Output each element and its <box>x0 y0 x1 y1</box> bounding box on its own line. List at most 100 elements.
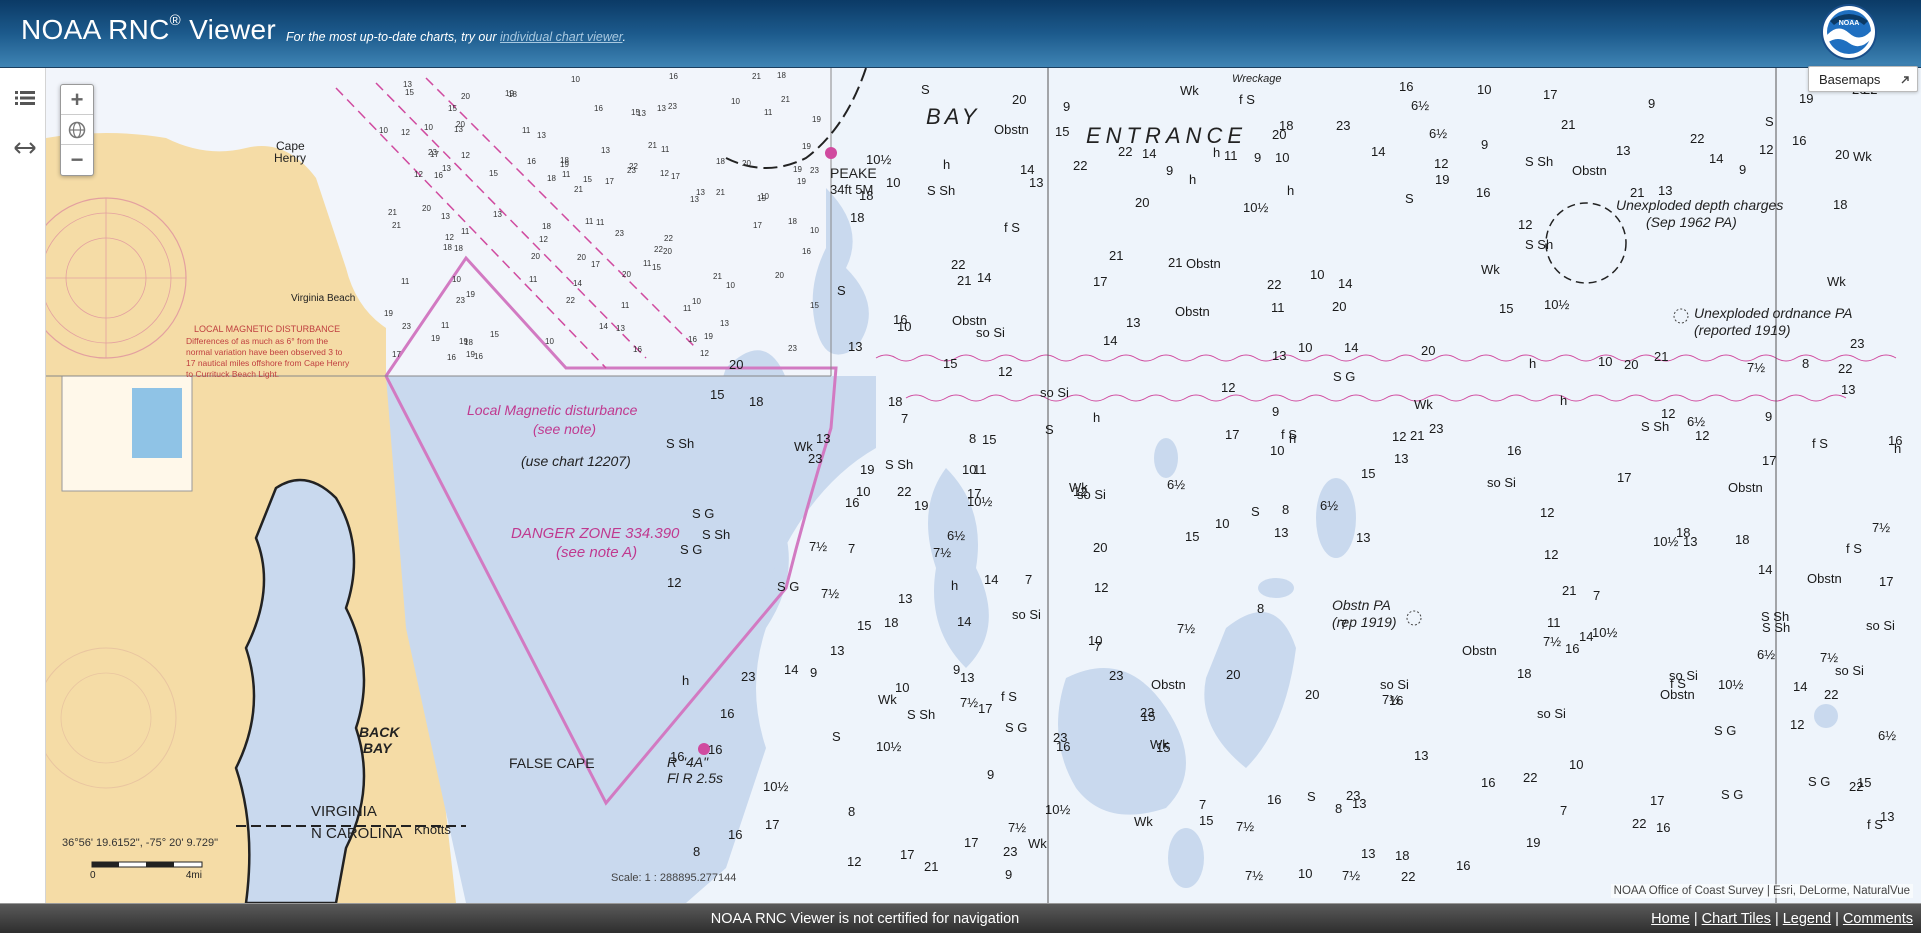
footer-link-comments[interactable]: Comments <box>1843 911 1913 927</box>
depth-sounding: S <box>1765 114 1774 129</box>
inset-depth-sounding: 11 <box>585 217 594 226</box>
inset-depth-sounding: 21 <box>392 221 401 230</box>
shoal-10-b <box>1316 478 1356 558</box>
inset-depth-sounding: 19 <box>802 142 811 151</box>
depth-sounding: Obstn <box>1462 643 1497 658</box>
depth-sounding: 21 <box>1630 185 1644 200</box>
registered-mark: ® <box>169 11 182 29</box>
inset-depth-sounding: 10 <box>379 126 388 135</box>
depth-sounding: 23 <box>1003 844 1017 859</box>
depth-sounding: 9 <box>1648 96 1655 111</box>
inset-depth-sounding: 18 <box>788 217 797 226</box>
depth-sounding: 6½ <box>1429 126 1447 141</box>
depth-sounding: 22 <box>1632 816 1646 831</box>
depth-sounding: 22 <box>951 257 965 272</box>
nautical-chart-map[interactable]: BAY ENTRANCE PEAKE 34ft 5M Local Magneti… <box>46 68 1921 903</box>
depth-sounding: 22 <box>1523 770 1537 785</box>
inset-depth-sounding: 11 <box>661 145 670 154</box>
globe-home-button[interactable] <box>61 115 93 145</box>
depth-sounding: 19 <box>914 498 928 513</box>
depth-sounding: 16 <box>708 742 722 757</box>
footer-link-chart-tiles[interactable]: Chart Tiles <box>1702 911 1771 927</box>
footer-link-home[interactable]: Home <box>1651 911 1690 927</box>
footer-links: Home | Chart Tiles | Legend | Comments <box>1651 911 1913 927</box>
inset-depth-sounding: 16 <box>688 335 697 344</box>
depth-sounding: 20 <box>1012 92 1026 107</box>
layers-list-button[interactable] <box>8 81 42 115</box>
inset-depth-sounding: 12 <box>445 233 454 242</box>
depth-sounding: 13 <box>1683 534 1697 549</box>
individual-chart-viewer-link[interactable]: individual chart viewer <box>500 30 623 44</box>
depth-sounding: 7½ <box>1872 520 1890 535</box>
depth-sounding: 18 <box>888 394 902 409</box>
list-icon <box>15 91 35 105</box>
tagline: For the most up-to-date charts, try our … <box>286 30 626 44</box>
depth-sounding: 20 <box>1835 147 1849 162</box>
chart-canvas[interactable]: BAY ENTRANCE PEAKE 34ft 5M Local Magneti… <box>46 68 1921 903</box>
depth-sounding: S G <box>1721 787 1743 802</box>
depth-sounding: 19 <box>1526 835 1540 850</box>
inset-depth-sounding: 20 <box>622 270 631 279</box>
shoal-10-c <box>1258 578 1294 598</box>
depth-sounding: S Sh <box>927 183 955 198</box>
inset-depth-sounding: 21 <box>388 208 397 217</box>
depth-sounding: S <box>1307 789 1316 804</box>
inset-depth-sounding: 10 <box>424 123 433 132</box>
depth-sounding: 6½ <box>1757 647 1775 662</box>
inset-depth-sounding: 13 <box>696 188 705 197</box>
depth-sounding: 17 <box>1093 274 1107 289</box>
depth-sounding: so Si <box>1012 607 1041 622</box>
depth-sounding: 21 <box>1410 428 1424 443</box>
inset-depth-sounding: 21 <box>752 72 761 81</box>
zoom-in-button[interactable]: + <box>61 85 93 115</box>
inset-depth-sounding: 13 <box>616 324 625 333</box>
depth-sounding: f S <box>1239 92 1255 107</box>
inset-depth-sounding: 12 <box>401 128 410 137</box>
label-local-mag-dist-line2: normal variation have been observed 3 to <box>186 347 343 357</box>
inset-depth-sounding: 16 <box>633 345 642 354</box>
footer-link-legend[interactable]: Legend <box>1783 911 1831 927</box>
depth-sounding: S Sh <box>1762 620 1790 635</box>
depth-sounding: 12 <box>1518 217 1532 232</box>
inset-depth-sounding: 16 <box>669 72 678 81</box>
noaa-logo[interactable]: NOAA <box>1820 3 1878 61</box>
depth-sounding: 14 <box>1371 144 1385 159</box>
toggle-panel-width-button[interactable] <box>8 131 42 165</box>
depth-sounding: 13 <box>898 591 912 606</box>
depth-sounding: 12 <box>667 575 681 590</box>
depth-sounding: 15 <box>1361 466 1375 481</box>
depth-sounding: 20 <box>1135 195 1149 210</box>
inset-depth-sounding: 12 <box>700 349 709 358</box>
depth-sounding: Wk <box>1481 262 1500 277</box>
depth-sounding: 21 <box>1168 255 1182 270</box>
inset-depth-sounding: 22 <box>566 296 575 305</box>
depth-sounding: 20 <box>1305 687 1319 702</box>
peake-buoy-marker[interactable] <box>825 147 837 159</box>
depth-sounding: 18 <box>1517 666 1531 681</box>
depth-sounding: 22 <box>897 484 911 499</box>
depth-sounding: 17 <box>967 486 981 501</box>
depth-sounding: 8 <box>1282 502 1289 517</box>
zoom-out-button[interactable]: − <box>61 145 93 175</box>
depth-sounding: 10 <box>1569 757 1583 772</box>
depth-sounding: 8 <box>848 804 855 819</box>
depth-sounding: 10 <box>1477 82 1491 97</box>
depth-sounding: 16 <box>1056 739 1070 754</box>
shoal-10-d <box>1814 704 1838 728</box>
inset-depth-sounding: 11 <box>401 277 410 286</box>
depth-sounding: 9 <box>1272 404 1279 419</box>
depth-sounding: 16 <box>1656 820 1670 835</box>
inset-depth-sounding: 19 <box>797 177 806 186</box>
depth-sounding: 22 <box>1849 779 1863 794</box>
inset-depth-sounding: 17 <box>392 350 401 359</box>
inset-depth-sounding: 23 <box>456 296 465 305</box>
depth-sounding: 17 <box>964 835 978 850</box>
inset-depth-sounding: 15 <box>583 175 592 184</box>
depth-sounding: 7 <box>1025 572 1032 587</box>
depth-sounding: 9 <box>1765 409 1772 424</box>
depth-sounding: 14 <box>1103 333 1117 348</box>
depth-sounding: 6½ <box>1320 498 1338 513</box>
basemaps-button[interactable]: Basemaps <box>1808 66 1918 92</box>
inset-depth-sounding: 20 <box>663 247 672 256</box>
navigation-disclaimer: NOAA RNC Viewer is not certified for nav… <box>710 911 1020 927</box>
